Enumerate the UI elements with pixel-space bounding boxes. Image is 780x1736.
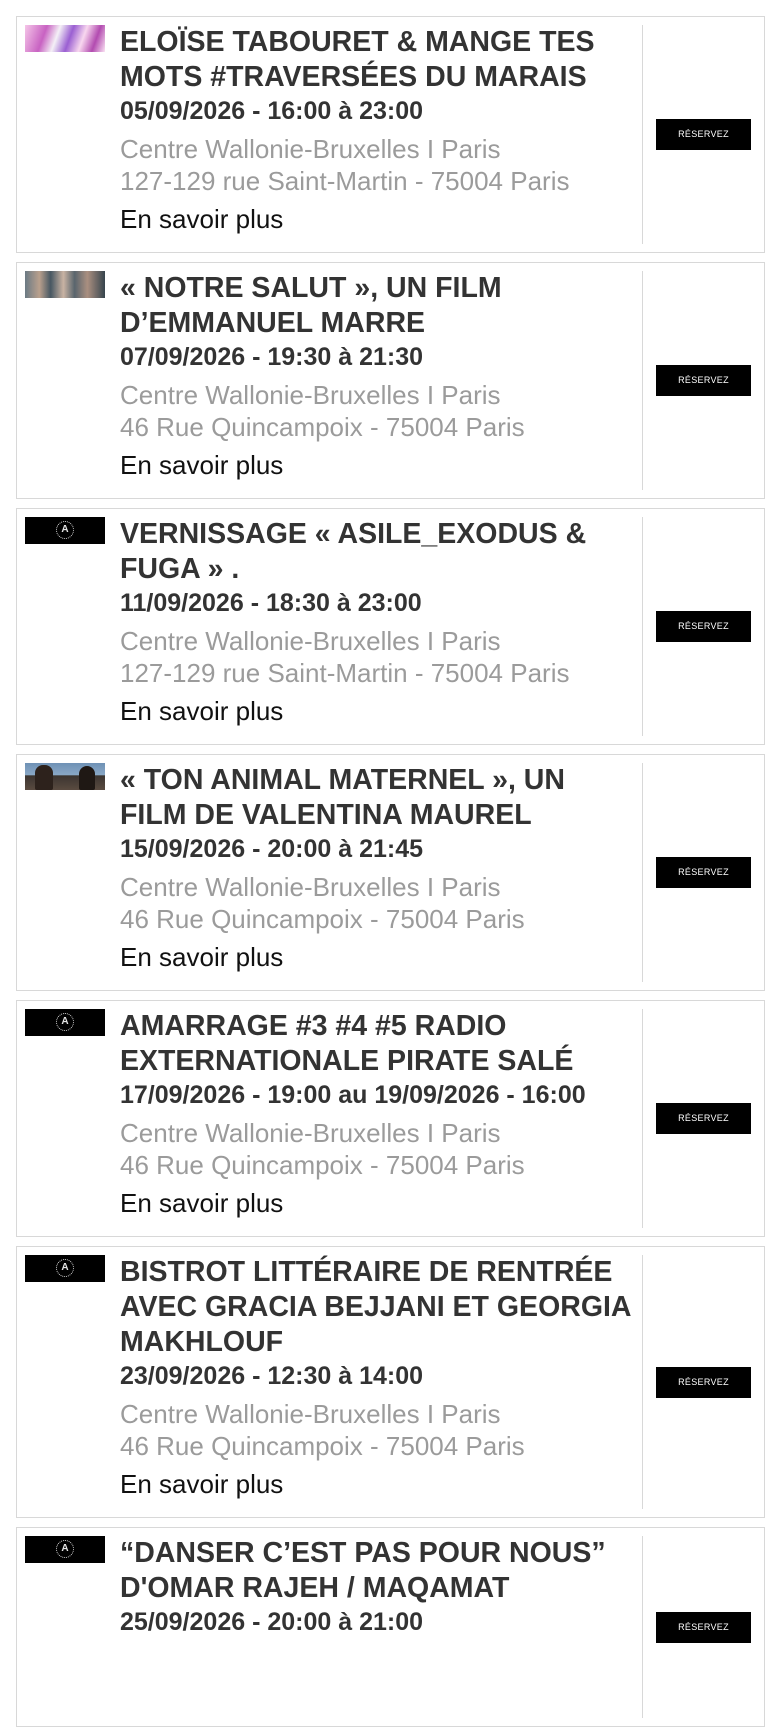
logo-icon: A (56, 1540, 74, 1558)
learn-more-link[interactable]: En savoir plus (120, 1468, 283, 1500)
learn-more-link[interactable]: En savoir plus (120, 1187, 283, 1219)
event-venue: Centre Wallonie-Bruxelles I Paris (120, 626, 501, 656)
event-card: « TON ANIMAL MATERNEL », UN FILM DE VALE… (16, 754, 765, 991)
learn-more-link[interactable]: En savoir plus (120, 941, 283, 973)
reserve-button[interactable]: RÉSERVEZ (656, 365, 751, 396)
event-thumbnail[interactable]: A (25, 1009, 105, 1036)
event-venue: Centre Wallonie-Bruxelles I Paris (120, 380, 501, 410)
event-address: 46 Rue Quincampoix - 75004 Paris (120, 904, 525, 934)
event-thumbnail[interactable]: A (25, 1255, 105, 1282)
event-card: A “DANSER C’EST PAS POUR NOUS” D'OMAR RA… (16, 1527, 765, 1727)
event-date: 05/09/2026 - 16:00 à 23:00 (120, 97, 424, 125)
events-list: ELOÏSE TABOURET & MANGE TES MOTS #TRAVER… (16, 16, 765, 1736)
reserve-button[interactable]: RÉSERVEZ (656, 1611, 751, 1643)
event-venue: Centre Wallonie-Bruxelles I Paris (120, 134, 501, 164)
learn-more-link[interactable]: En savoir plus (120, 449, 283, 481)
event-venue: Centre Wallonie-Bruxelles I Paris (120, 1118, 501, 1148)
event-title[interactable]: BISTROT LITTÉRAIRE DE RENTRÉE AVEC GRACI… (120, 1255, 632, 1360)
event-card: ELOÏSE TABOURET & MANGE TES MOTS #TRAVER… (16, 16, 765, 253)
event-thumbnail[interactable]: A (25, 1536, 105, 1563)
event-date: 17/09/2026 - 19:00 au 19/09/2026 - 16:00 (120, 1081, 586, 1109)
event-address: 46 Rue Quincampoix - 75004 Paris (120, 1431, 525, 1461)
event-address: 46 Rue Quincampoix - 75004 Paris (120, 1150, 525, 1180)
event-venue: Centre Wallonie-Bruxelles I Paris (120, 872, 501, 902)
event-details: VERNISSAGE « ASILE_EXODUS & FUGA » . 11/… (120, 517, 643, 736)
reserve-button[interactable]: RÉSERVEZ (656, 1366, 751, 1398)
reserve-button[interactable]: RÉSERVEZ (656, 119, 751, 150)
event-date: 11/09/2026 - 18:30 à 23:00 (120, 589, 422, 617)
event-venue: Centre Wallonie-Bruxelles I Paris (120, 1399, 501, 1429)
event-address: 46 Rue Quincampoix - 75004 Paris (120, 412, 525, 442)
event-details: « NOTRE SALUT », UN FILM D’EMMANUEL MARR… (120, 271, 643, 490)
event-thumbnail[interactable]: A (25, 517, 105, 544)
event-details: « TON ANIMAL MATERNEL », UN FILM DE VALE… (120, 763, 643, 982)
learn-more-link[interactable]: En savoir plus (120, 695, 283, 727)
event-card: A AMARRAGE #3 #4 #5 RADIO EXTERNATIONALE… (16, 1000, 765, 1237)
event-address: 127-129 rue Saint-Martin - 75004 Paris (120, 658, 570, 688)
event-title[interactable]: « TON ANIMAL MATERNEL », UN FILM DE VALE… (120, 763, 632, 833)
event-thumbnail[interactable] (25, 271, 105, 298)
event-card: « NOTRE SALUT », UN FILM D’EMMANUEL MARR… (16, 262, 765, 499)
event-date: 25/09/2026 - 20:00 à 21:00 (120, 1608, 424, 1636)
event-card: A BISTROT LITTÉRAIRE DE RENTRÉE AVEC GRA… (16, 1246, 765, 1518)
event-title[interactable]: ELOÏSE TABOURET & MANGE TES MOTS #TRAVER… (120, 25, 632, 95)
event-details: ELOÏSE TABOURET & MANGE TES MOTS #TRAVER… (120, 25, 643, 244)
logo-icon: A (56, 521, 74, 539)
logo-icon: A (56, 1013, 74, 1031)
event-thumbnail[interactable] (25, 763, 105, 790)
event-date: 15/09/2026 - 20:00 à 21:45 (120, 835, 424, 863)
reserve-button[interactable]: RÉSERVEZ (656, 1103, 751, 1134)
event-details: BISTROT LITTÉRAIRE DE RENTRÉE AVEC GRACI… (120, 1255, 643, 1509)
event-title[interactable]: « NOTRE SALUT », UN FILM D’EMMANUEL MARR… (120, 271, 632, 341)
logo-icon: A (56, 1259, 74, 1277)
reserve-button[interactable]: RÉSERVEZ (656, 611, 751, 642)
event-title[interactable]: VERNISSAGE « ASILE_EXODUS & FUGA » . (120, 517, 632, 587)
event-date: 23/09/2026 - 12:30 à 14:00 (120, 1362, 424, 1390)
event-title[interactable]: “DANSER C’EST PAS POUR NOUS” D'OMAR RAJE… (120, 1536, 632, 1606)
event-thumbnail[interactable] (25, 25, 105, 52)
event-title[interactable]: AMARRAGE #3 #4 #5 RADIO EXTERNATIONALE P… (120, 1009, 632, 1079)
reserve-button[interactable]: RÉSERVEZ (656, 857, 751, 888)
event-details: “DANSER C’EST PAS POUR NOUS” D'OMAR RAJE… (120, 1536, 643, 1718)
learn-more-link[interactable]: En savoir plus (120, 203, 283, 235)
event-date: 07/09/2026 - 19:30 à 21:30 (120, 343, 424, 371)
event-details: AMARRAGE #3 #4 #5 RADIO EXTERNATIONALE P… (120, 1009, 643, 1228)
event-card: A VERNISSAGE « ASILE_EXODUS & FUGA » . 1… (16, 508, 765, 745)
event-address: 127-129 rue Saint-Martin - 75004 Paris (120, 166, 570, 196)
